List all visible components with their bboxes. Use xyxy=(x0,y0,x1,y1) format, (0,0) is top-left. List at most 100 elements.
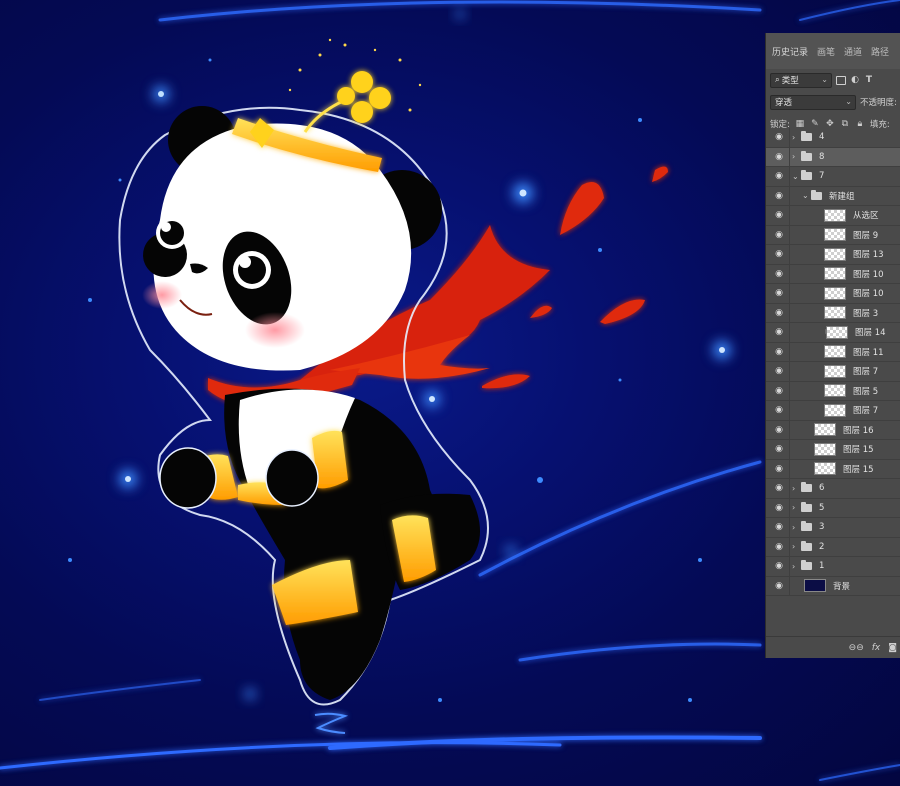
eye-icon[interactable]: ◉ xyxy=(773,561,785,571)
eye-icon[interactable]: ◉ xyxy=(773,132,785,142)
blend-mode-dropdown[interactable]: 穿透 ⌄ xyxy=(770,94,856,110)
type-filter-icon[interactable]: T xyxy=(864,75,874,85)
chevron-right-icon[interactable]: › xyxy=(792,503,795,512)
eye-icon[interactable]: ◉ xyxy=(773,230,785,240)
layer-name: 图层 9 xyxy=(853,230,879,241)
layer-group-row[interactable]: ◉ › 8 xyxy=(766,147,900,167)
layer-row[interactable]: ◉ 图层 16 xyxy=(766,420,900,440)
tab-history[interactable]: 历史记录 xyxy=(772,45,808,58)
folder-icon xyxy=(801,560,812,571)
tab-paths[interactable]: 路径 xyxy=(871,45,889,58)
eye-icon[interactable]: ◉ xyxy=(773,249,785,259)
layer-row[interactable]: ◉ 图层 10 xyxy=(766,284,900,304)
blend-mode-value: 穿透 xyxy=(775,98,793,108)
folder-icon xyxy=(801,540,812,551)
layer-thumbnail xyxy=(824,384,846,398)
eye-icon[interactable]: ◉ xyxy=(773,386,785,396)
eye-icon[interactable]: ◉ xyxy=(773,542,785,552)
layer-name: 图层 10 xyxy=(853,269,884,280)
eye-icon[interactable]: ◉ xyxy=(773,425,785,435)
chevron-down-icon: ⌄ xyxy=(821,74,828,84)
chevron-right-icon[interactable]: › xyxy=(792,542,795,551)
eye-icon[interactable]: ◉ xyxy=(773,152,785,162)
layer-group-row[interactable]: ◉ › 3 xyxy=(766,518,900,538)
layer-row[interactable]: ◉ 从选区 xyxy=(766,206,900,226)
layer-thumbnail xyxy=(824,306,846,320)
eye-icon[interactable]: ◉ xyxy=(773,483,785,493)
eye-icon[interactable]: ◉ xyxy=(773,191,785,201)
layer-group-row[interactable]: ◉ › 2 xyxy=(766,537,900,557)
layer-name: 图层 10 xyxy=(853,289,884,300)
eye-icon[interactable]: ◉ xyxy=(773,210,785,220)
eye-icon[interactable]: ◉ xyxy=(773,327,785,337)
layer-name: 图层 15 xyxy=(843,445,874,456)
layer-row[interactable]: ◉ 图层 15 xyxy=(766,459,900,479)
layer-filter-dropdown[interactable]: ⌕ 类型 ⌄ xyxy=(770,72,832,88)
eye-icon[interactable]: ◉ xyxy=(773,171,785,181)
layer-row[interactable]: ◉ 图层 15 xyxy=(766,440,900,460)
chevron-right-icon[interactable]: › xyxy=(792,484,795,493)
link-icon[interactable]: ⊖⊖ xyxy=(849,643,864,653)
layer-name: 新建组 xyxy=(829,191,855,202)
panel-tab-bar: 历史记录 画笔 通道 路径 xyxy=(766,33,900,69)
layer-row[interactable]: ◉ 图层 13 xyxy=(766,245,900,265)
layer-thumbnail xyxy=(824,208,846,222)
eye-icon[interactable]: ◉ xyxy=(773,288,785,298)
mask-icon[interactable]: ◙ xyxy=(888,643,897,653)
layer-name: 1 xyxy=(819,561,825,572)
layer-name: 2 xyxy=(819,541,825,552)
layer-thumbnail xyxy=(824,286,846,300)
search-icon: ⌕ xyxy=(775,75,780,85)
fx-icon[interactable]: fx xyxy=(872,643,881,653)
layer-thumbnail xyxy=(814,442,836,456)
eye-icon[interactable]: ◉ xyxy=(773,522,785,532)
chevron-right-icon[interactable]: › xyxy=(792,523,795,532)
eye-icon[interactable]: ◉ xyxy=(773,366,785,376)
eye-icon[interactable]: ◉ xyxy=(773,464,785,474)
layer-name: 从选区 xyxy=(853,211,879,222)
layer-group-row[interactable]: ◉ › 6 xyxy=(766,479,900,499)
eye-icon[interactable]: ◉ xyxy=(773,405,785,415)
layer-group-row[interactable]: ◉ ⌄ 7 xyxy=(766,167,900,187)
layer-row[interactable]: ◉ 图层 7 xyxy=(766,401,900,421)
pixel-filter-icon[interactable] xyxy=(836,75,846,85)
layer-group-row[interactable]: ◉ › 4 xyxy=(766,128,900,148)
chevron-right-icon[interactable]: › xyxy=(792,133,795,142)
tab-brushes[interactable]: 画笔 xyxy=(817,45,835,58)
filter-label: 类型 xyxy=(781,76,799,86)
layers-list: ◉ › 4 ◉ › 8 ◉ ⌄ 7 ◉ ⌄ 新建组 ◉ 从选区 ◉ 图层 9 ◉ 图层 13 ◉ 图层 10 ◉ 图层 1… xyxy=(766,128,900,596)
layer-row[interactable]: ◉ 图层 7 xyxy=(766,362,900,382)
eye-icon[interactable]: ◉ xyxy=(773,308,785,318)
eye-icon[interactable]: ◉ xyxy=(773,269,785,279)
layer-thumbnail xyxy=(826,325,848,339)
layer-row[interactable]: ◉ 图层 5 xyxy=(766,381,900,401)
chevron-down-icon[interactable]: ⌄ xyxy=(792,172,799,181)
layer-name: 图层 5 xyxy=(853,386,879,397)
layer-group-row[interactable]: ◉ ⌄ 新建组 xyxy=(766,186,900,206)
eye-icon[interactable]: ◉ xyxy=(773,581,785,591)
folder-icon xyxy=(801,170,812,181)
tab-channels[interactable]: 通道 xyxy=(844,45,862,58)
eye-icon[interactable]: ◉ xyxy=(773,444,785,454)
layer-row[interactable]: ◉ 图层 11 xyxy=(766,342,900,362)
adjustment-filter-icon[interactable]: ◐ xyxy=(850,75,860,85)
layer-name: 图层 15 xyxy=(843,464,874,475)
layer-thumbnail xyxy=(824,247,846,261)
layer-row[interactable]: ◉ 图层 3 xyxy=(766,303,900,323)
chevron-right-icon[interactable]: › xyxy=(792,562,795,571)
chevron-right-icon[interactable]: › xyxy=(792,152,795,161)
layer-group-row[interactable]: ◉ › 5 xyxy=(766,498,900,518)
chevron-down-icon[interactable]: ⌄ xyxy=(802,191,809,200)
layer-thumbnail xyxy=(824,364,846,378)
layer-row[interactable]: ◉ 图层 10 xyxy=(766,264,900,284)
layer-row[interactable]: ◉ 图层 9 xyxy=(766,225,900,245)
ground-swirl xyxy=(314,712,349,734)
layer-row[interactable]: ◉↳图层 14 xyxy=(766,323,900,343)
layer-name: 图层 16 xyxy=(843,425,874,436)
layer-name: 图层 7 xyxy=(853,367,879,378)
layer-group-row[interactable]: ◉ › 1 xyxy=(766,557,900,577)
eye-icon[interactable]: ◉ xyxy=(773,347,785,357)
layer-name: 图层 13 xyxy=(853,250,884,261)
eye-icon[interactable]: ◉ xyxy=(773,503,785,513)
layer-row[interactable]: ◉ 背景 xyxy=(766,576,900,596)
